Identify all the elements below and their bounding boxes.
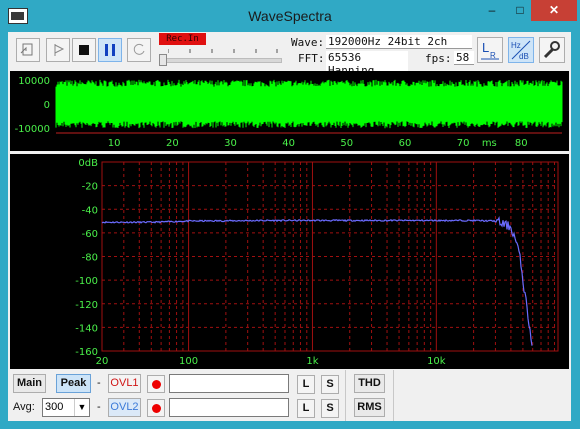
spectrum-chart: 0dB -20 -40 -60 -80 -100 -120 -140 -16020 100 1k 10…	[75, 158, 559, 367]
s-button-1[interactable]: S	[321, 375, 339, 394]
position-slider[interactable]	[159, 58, 282, 63]
waveform-series	[55, 79, 563, 129]
fps-value: 58	[454, 51, 474, 65]
stop-button[interactable]	[72, 38, 96, 62]
fps-label: fps:	[425, 52, 452, 65]
red-dot-icon	[152, 404, 161, 413]
ovl2-button[interactable]: OVL2	[108, 398, 141, 417]
play-icon	[54, 44, 65, 56]
spectrum-y-tick-label: -140	[75, 323, 98, 334]
rms-button[interactable]: RMS	[354, 398, 385, 417]
wave-x-tick-label: 30	[224, 138, 237, 149]
chevron-down-icon: ▼	[74, 399, 89, 416]
minimize-button[interactable]: –	[478, 0, 506, 21]
record-button[interactable]	[127, 38, 151, 62]
s-button-2[interactable]: S	[321, 399, 339, 418]
spectrum-y-tick-label: -160	[75, 347, 98, 358]
ovl2-indicator[interactable]	[147, 399, 165, 417]
spectrum-x-tick-label: 100	[179, 356, 198, 367]
wave-x-tick-label: 10	[108, 138, 121, 149]
spectrum-y-tick-label: -100	[75, 276, 98, 287]
spectrum-y-tick-label: 0dB	[78, 158, 98, 169]
wave-x-tick-label: 60	[399, 138, 412, 149]
waveform-chart: 10000 0 -10000 10 20 30 40 50 60 70 80 ms	[15, 76, 563, 149]
spectrum-y-tick-label: -40	[82, 205, 98, 216]
hz-db-button[interactable]: Hz dB	[508, 37, 534, 63]
spectrum-y-tick-label: -80	[82, 253, 98, 264]
open-file-icon	[20, 43, 33, 56]
spectrum-y-tick-label: -20	[82, 182, 98, 193]
avg-label: Avg:	[13, 401, 35, 413]
svg-text:dB: dB	[519, 52, 529, 61]
hz-db-icon: Hz dB	[511, 40, 531, 61]
lr-channel-icon: LR	[481, 40, 499, 60]
title-bar[interactable]: WaveSpectra – □ ✕	[0, 0, 580, 32]
wave-x-tick-label: 70	[457, 138, 470, 149]
wrench-icon	[543, 41, 560, 59]
wave-y-tick-label: 0	[44, 100, 50, 111]
wave-y-tick-label: -10000	[15, 124, 50, 135]
ovl1-indicator[interactable]	[147, 375, 165, 393]
fft-label: FFT:	[298, 52, 325, 65]
record-icon	[133, 43, 145, 55]
spectrum-x-tick-label: 20	[96, 356, 109, 367]
pause-button[interactable]	[98, 38, 122, 62]
stop-icon	[79, 45, 89, 55]
pause-icon	[105, 44, 115, 56]
red-dot-icon	[152, 380, 161, 389]
spectrum-y-tick-label: -60	[82, 229, 98, 240]
wave-x-tick-label: 40	[282, 138, 295, 149]
control-panel: Main Peak - OVL1 L S Avg: 300 ▼ - OVL2 L…	[8, 370, 571, 421]
settings-button[interactable]	[539, 37, 565, 63]
main-button[interactable]: Main	[13, 374, 46, 393]
wave-y-tick-label: 10000	[18, 76, 50, 87]
channel-lr-button[interactable]: LR	[477, 37, 503, 63]
spectrum-view: 0dB -20 -40 -60 -80 -100 -120 -140 -160 20 100 1k 10…	[10, 154, 569, 369]
wave-x-tick-label: 80	[515, 138, 528, 149]
dash-label-2: -	[97, 401, 101, 413]
spectrum-series-line	[101, 215, 533, 346]
rec-in-indicator: Rec.In	[159, 33, 206, 45]
toolbar: Rec.In Wave: 192000Hz 24bit 2ch FFT: 655…	[8, 32, 571, 78]
peak-button[interactable]: Peak	[56, 374, 91, 393]
open-file-button[interactable]	[16, 38, 40, 62]
ovl1-field	[169, 374, 289, 393]
wave-format-value: 192000Hz 24bit 2ch	[326, 35, 472, 49]
spectrum-y-tick-label: -120	[75, 300, 98, 311]
wave-x-tick-label: 50	[340, 138, 353, 149]
wave-x-unit: ms	[482, 138, 497, 149]
spectrum-x-tick-label: 10k	[427, 356, 446, 367]
play-button[interactable]	[46, 38, 70, 62]
svg-text:L: L	[482, 40, 489, 55]
slider-ticks	[168, 49, 278, 53]
l-button-1[interactable]: L	[297, 375, 315, 394]
divider	[393, 370, 394, 421]
waveform-view: 10000 0 -10000 10 20 30 40 50 60 70 80 ms	[10, 71, 569, 151]
position-slider-thumb[interactable]	[159, 54, 167, 66]
client-area: Rec.In Wave: 192000Hz 24bit 2ch FFT: 655…	[8, 32, 571, 421]
avg-value: 300	[45, 401, 64, 413]
l-button-2[interactable]: L	[297, 399, 315, 418]
dash-label-1: -	[97, 377, 101, 389]
thd-button[interactable]: THD	[354, 374, 385, 393]
ovl2-field	[169, 398, 289, 417]
svg-text:Hz: Hz	[511, 41, 521, 50]
wave-x-tick-label: 20	[166, 138, 179, 149]
wave-label: Wave:	[291, 36, 325, 49]
divider	[345, 370, 346, 421]
ovl1-button[interactable]: OVL1	[108, 374, 141, 393]
app-window: WaveSpectra – □ ✕ Rec.In Wave: 192000Hz …	[0, 0, 580, 429]
close-button[interactable]: ✕	[531, 0, 577, 21]
maximize-button[interactable]: □	[506, 0, 534, 21]
avg-select[interactable]: 300 ▼	[42, 398, 90, 417]
spectrum-x-tick-label: 1k	[306, 356, 318, 367]
